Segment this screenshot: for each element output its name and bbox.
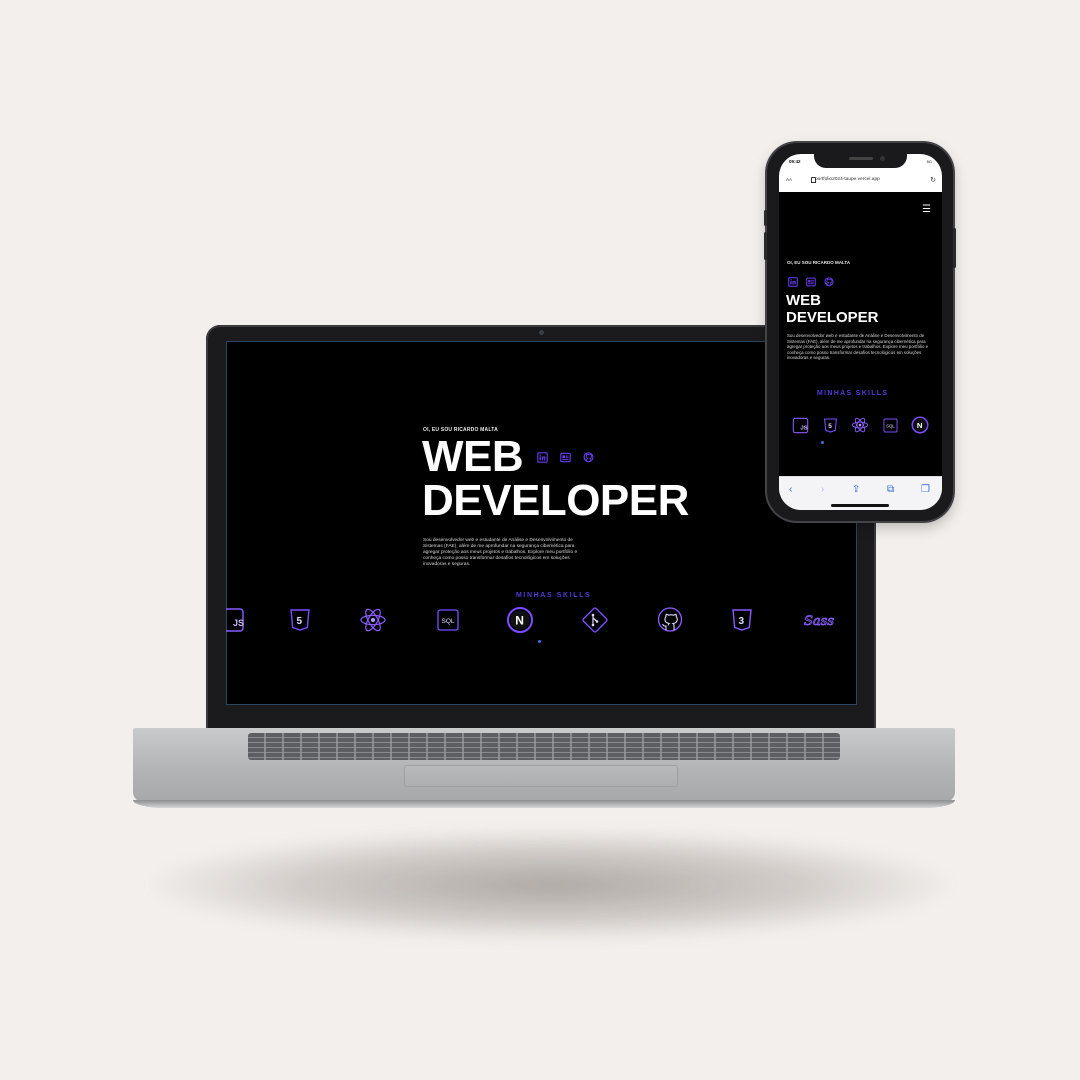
laptop-camera [539,330,544,335]
skill-label: SQL [886,423,895,428]
nextjs-icon: N [505,605,535,635]
skills-carousel[interactable]: JS 5 SQL N 3 Sass [226,605,857,637]
skills-title: MINHAS SKILLS [516,592,592,599]
title-line-1: WEB [786,292,821,309]
javascript-icon: JS [226,605,247,635]
phone-screen: 09:42 5G AA portfolio2024-taupe.vercel.a… [779,154,942,510]
trackpad [404,765,678,787]
react-icon [851,416,869,434]
social-links [537,450,594,463]
front-camera [880,156,885,161]
reader-mode-button[interactable]: AA [786,177,792,182]
volume-button [764,210,767,226]
skill-label: N [917,421,923,430]
skill-label: SQL [442,618,455,625]
floor-shadow [150,830,950,940]
greeting-text: OI, EU SOU RICARDO MALTA [787,260,851,265]
github-icon [655,605,685,635]
title-line-2: DEVELOPER [786,309,879,326]
status-time: 09:42 [789,159,801,164]
url-text: portfolio2024-taupe.vercel.app [815,177,880,182]
page-title: WEB DEVELOPER [422,435,689,523]
volume-button [764,232,767,260]
back-icon[interactable]: ‹ [789,485,792,495]
mobile-site: ☰ OI, EU SOU RICARDO MALTA WEB DEVELOPER… [779,192,942,476]
sql-icon: SQL [433,605,463,635]
linkedin-icon[interactable] [788,274,798,287]
skill-label: JS [800,425,807,431]
forward-icon[interactable]: › [821,485,824,495]
github-icon[interactable] [824,274,834,287]
address-bar[interactable]: AA portfolio2024-taupe.vercel.app ↻ [783,173,938,186]
github-icon[interactable] [583,450,594,463]
speaker [849,157,873,160]
resume-icon[interactable] [560,450,571,463]
skill-label: N [515,614,524,628]
skills-title: MINHAS SKILLS [817,390,889,397]
page-title: WEB DEVELOPER [786,292,879,326]
reload-icon[interactable]: ↻ [930,176,936,184]
skill-label: 5 [297,616,303,627]
power-button [953,228,956,268]
resume-icon[interactable] [806,274,816,287]
home-indicator [831,504,889,507]
title-line-2: DEVELOPER [422,476,689,525]
carousel-indicator[interactable] [538,640,541,643]
share-icon[interactable]: ⇪ [852,485,860,495]
social-links [788,274,834,287]
sql-icon: SQL [881,416,899,434]
tabs-icon[interactable]: ❐ [921,485,930,495]
skill-label: Sass [804,614,834,629]
skill-label: 3 [739,616,745,627]
skills-carousel[interactable]: JS 5 SQL N [787,416,937,434]
carousel-indicator[interactable] [821,441,824,444]
react-icon [358,605,388,635]
phone-notch [814,154,907,168]
nextjs-icon: N [911,416,929,434]
linkedin-icon[interactable] [537,450,548,463]
bio-text: Sou desenvolvedor web e estudante de Aná… [787,333,929,361]
keyboard-rows [248,733,840,760]
html5-icon: 5 [821,416,839,434]
bio-text: Sou desenvolvedor web e estudante de Aná… [423,538,578,567]
javascript-icon: JS [791,416,809,434]
sass-icon: Sass [802,605,838,635]
bookmarks-icon[interactable]: ⧉ [887,485,894,495]
hamburger-menu-icon[interactable]: ☰ [922,205,931,215]
laptop-base-edge [133,800,955,808]
html5-icon: 5 [285,605,315,635]
signal-indicator: 5G [926,159,932,164]
skill-label: JS [233,618,244,628]
git-icon [580,605,610,635]
skill-label: 5 [828,423,832,430]
css3-icon: 3 [727,605,757,635]
laptop-screen: OI, EU SOU RICARDO MALTA WEB DEVELOPER S… [226,341,857,705]
